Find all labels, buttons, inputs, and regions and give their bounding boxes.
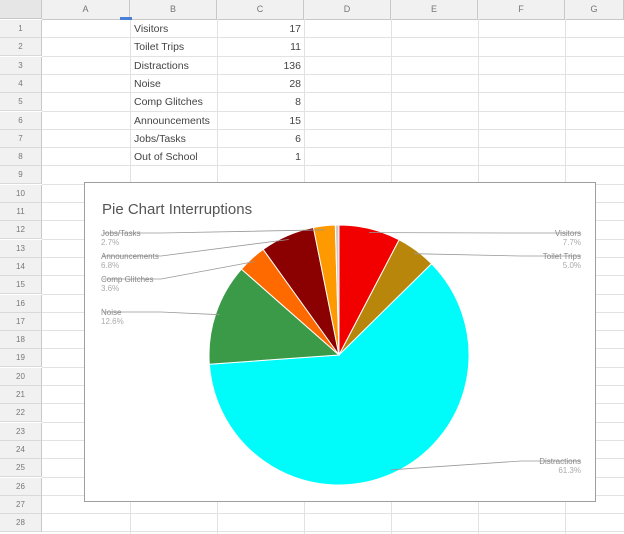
slice-label-name: Visitors [554,229,581,238]
slice-label: Distractions 61.3% [539,457,581,475]
slice-label-percent: 61.3% [558,466,581,475]
row-header[interactable]: 13 [0,239,42,258]
row-header[interactable]: 8 [0,148,42,167]
column-header-b[interactable]: B [130,0,217,19]
row-header[interactable]: 12 [0,221,42,240]
slice-label-name: Toilet Trips [542,252,581,261]
row-header[interactable]: 28 [0,514,42,533]
cell-value[interactable]: 136 [217,57,301,75]
cell-value[interactable]: 8 [217,93,301,111]
slice-label: Toilet Trips 5.0% [543,252,581,270]
row-header[interactable]: 5 [0,93,42,112]
row-header[interactable]: 23 [0,422,42,441]
cell-label[interactable]: Comp Glitches [134,93,217,111]
cell-label[interactable]: Announcements [134,112,217,130]
cell-label[interactable]: Noise [134,75,217,93]
row-header[interactable]: 1 [0,20,42,38]
row-header[interactable]: 11 [0,203,42,221]
row-header[interactable]: 24 [0,440,42,459]
column-header-g[interactable]: G [565,0,624,19]
slice-label: Announcements 6.8% [101,252,159,270]
row-header[interactable]: 16 [0,294,42,313]
cell-value[interactable]: 28 [217,75,301,93]
slice-label-name: Distractions [539,457,581,466]
slice-label-percent: 6.8% [101,261,120,270]
row-header[interactable]: 21 [0,386,42,404]
spreadsheet: ABCDEFG 1 2 3 4 5 6 7 8 9 10 11 12 13 14 15 16 17 18 19 20 2… [0,0,624,534]
row-header[interactable]: 14 [0,257,42,276]
cell-value[interactable]: 15 [217,112,301,130]
select-all-corner[interactable] [0,0,42,19]
cell-label[interactable]: Jobs/Tasks [134,130,217,148]
slice-label-name: Noise [101,308,122,317]
cell-value[interactable]: 6 [217,130,301,148]
cell-value[interactable]: 11 [217,38,301,56]
column-header-a[interactable]: A [42,0,130,19]
cell-label[interactable]: Visitors [134,20,217,38]
slice-label-percent: 12.6% [101,317,124,326]
row-header[interactable]: 25 [0,459,42,478]
row-header[interactable]: 26 [0,477,42,496]
slice-label-percent: 7.7% [562,238,581,247]
column-header-c[interactable]: C [217,0,304,19]
row-header[interactable]: 9 [0,166,42,185]
row-header[interactable]: 17 [0,312,42,331]
cell-label[interactable]: Out of School [134,148,217,166]
column-header-d[interactable]: D [304,0,391,19]
row-header[interactable]: 3 [0,56,42,75]
pie-chart[interactable]: Pie Chart Interruptions Visitors 7.7% Toil… [84,182,596,502]
row-header[interactable]: 18 [0,331,42,350]
row-header[interactable]: 27 [0,495,42,514]
slice-label: Visitors 7.7% [555,229,581,247]
column-header-e[interactable]: E [391,0,478,19]
slice-label: Jobs/Tasks 2.7% [101,229,141,247]
row-header[interactable]: 7 [0,129,42,148]
row-header[interactable]: 20 [0,367,42,386]
slice-label-name: Announcements [101,252,159,261]
cell-value[interactable]: 17 [217,20,301,38]
cell-label[interactable]: Toilet Trips [134,38,217,56]
column-header-f[interactable]: F [478,0,565,19]
column-resize-handle[interactable] [120,17,132,20]
cell-value[interactable]: 1 [217,148,301,166]
slice-label-name: Comp Glitches [101,275,154,284]
slice-label: Noise 12.6% [101,308,124,326]
slice-label-percent: 5.0% [562,261,581,270]
row-header[interactable]: 2 [0,38,42,57]
slice-label-percent: 2.7% [101,238,120,247]
slice-label-percent: 3.6% [101,284,120,293]
row-header[interactable]: 4 [0,74,42,93]
row-header[interactable]: 22 [0,404,42,423]
row-header[interactable]: 6 [0,111,42,130]
slice-label: Comp Glitches 3.6% [101,275,153,293]
pie-chart-plot [103,224,581,486]
slice-label-name: Jobs/Tasks [101,229,141,238]
cell-label[interactable]: Distractions [134,57,217,75]
row-header[interactable]: 10 [0,184,42,203]
row-header[interactable]: 19 [0,349,42,368]
row-header[interactable]: 15 [0,276,42,295]
